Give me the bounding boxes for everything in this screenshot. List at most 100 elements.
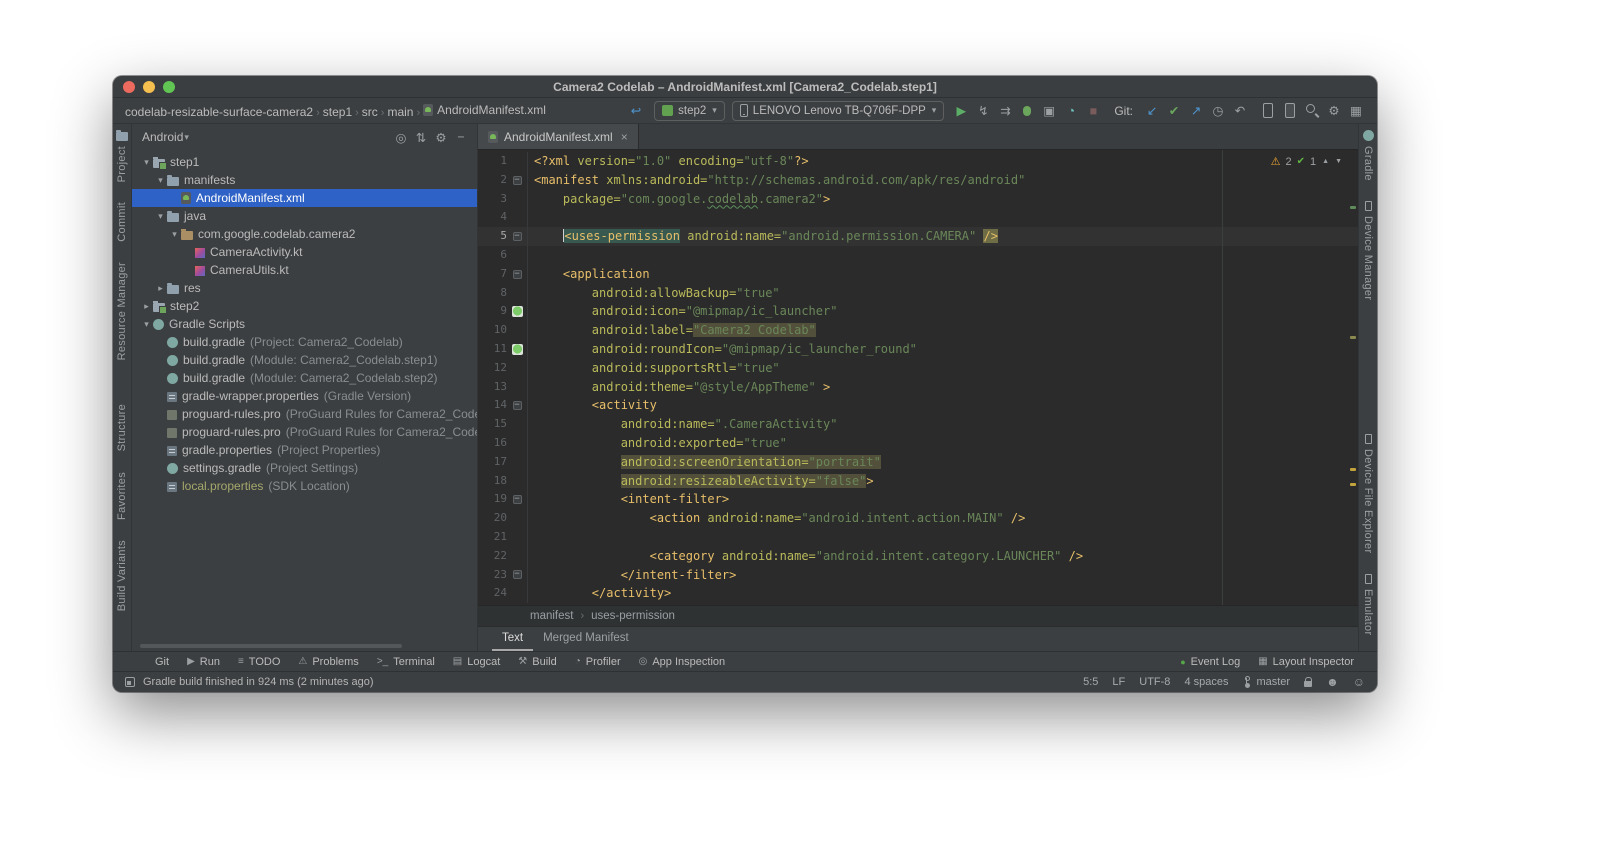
- navigate-back-icon[interactable]: ↩: [625, 101, 647, 121]
- tree-toggle-icon[interactable]: ▾: [154, 175, 167, 186]
- tool-window-tab-device-file-explorer[interactable]: Device File Explorer: [1362, 434, 1374, 554]
- rollback-icon[interactable]: ↶: [1229, 101, 1251, 121]
- search-icon[interactable]: [1301, 101, 1323, 121]
- tree-item[interactable]: ▾ manifests: [132, 171, 477, 189]
- tree-toggle-icon[interactable]: ▸: [140, 301, 153, 312]
- locate-icon[interactable]: ◎: [391, 127, 411, 147]
- indent-setting[interactable]: 4 spaces: [1184, 676, 1228, 688]
- close-window-button[interactable]: [123, 80, 135, 93]
- apply-code-changes-icon[interactable]: ⇉: [994, 101, 1016, 121]
- debug-icon[interactable]: [1016, 101, 1038, 121]
- profiler-button[interactable]: ◔ Profiler: [566, 656, 630, 668]
- tree-toggle-icon[interactable]: ▾: [168, 229, 181, 240]
- layout-inspector-button[interactable]: ▦ Layout Inspector: [1249, 656, 1363, 668]
- xml-breadcrumb-item[interactable]: manifest: [530, 610, 573, 622]
- code-line[interactable]: 16 android:exported="true": [478, 433, 1358, 453]
- tool-window-tab-device-manager[interactable]: Device Manager: [1362, 200, 1374, 300]
- breadcrumb-item[interactable]: step1: [321, 105, 354, 119]
- fold-icon[interactable]: −: [512, 175, 522, 185]
- code-line[interactable]: 19− <intent-filter>: [478, 490, 1358, 510]
- tree-item[interactable]: gradle-wrapper.properties (Gradle Version…: [132, 387, 477, 405]
- tree-toggle-icon[interactable]: ▸: [154, 283, 167, 294]
- lock-icon[interactable]: [1304, 677, 1313, 687]
- code-line[interactable]: 10 android:label="Camera2 Codelab": [478, 321, 1358, 340]
- breadcrumb-file[interactable]: AndroidManifest.xml: [421, 103, 548, 117]
- editor-tab-androidmanifest[interactable]: AndroidManifest.xml ×: [478, 124, 639, 149]
- code-line[interactable]: 11 android:roundIcon="@mipmap/ic_launche…: [478, 339, 1358, 359]
- breadcrumb-item[interactable]: src: [360, 105, 380, 119]
- image-preview-icon[interactable]: [511, 306, 523, 318]
- code-line[interactable]: 21: [478, 527, 1358, 547]
- code-line[interactable]: 3 package="com.google.codelab.camera2">: [478, 189, 1358, 209]
- code-line[interactable]: 15 android:name=".CameraActivity": [478, 415, 1358, 434]
- tree-item[interactable]: build.gradle (Module: Camera2_Codelab.ste…: [132, 369, 477, 387]
- view-settings-icon[interactable]: ⚙: [431, 127, 451, 147]
- warning-stripe-mark[interactable]: [1350, 336, 1356, 339]
- fold-icon[interactable]: −: [512, 570, 522, 580]
- tree-toggle-icon[interactable]: ▾: [154, 211, 167, 222]
- run-icon[interactable]: ▶: [950, 101, 972, 121]
- fold-icon[interactable]: −: [512, 232, 522, 242]
- device-manager-icon[interactable]: [1257, 101, 1279, 121]
- xml-breadcrumb-item[interactable]: uses-permission: [591, 610, 675, 622]
- code-line[interactable]: 6: [478, 245, 1358, 265]
- code-line[interactable]: 8 android:allowBackup="true": [478, 283, 1358, 303]
- tree-item[interactable]: settings.gradle (Project Settings): [132, 459, 477, 477]
- tree-item[interactable]: ▸ res: [132, 279, 477, 297]
- collapse-all-icon[interactable]: ⇅: [411, 127, 431, 147]
- tree-item[interactable]: build.gradle (Module: Camera2_Codelab.ste…: [132, 351, 477, 369]
- settings-icon[interactable]: ⚙: [1323, 101, 1345, 121]
- git-button[interactable]: Git: [141, 656, 178, 668]
- code-line[interactable]: 17 android:screenOrientation="portrait": [478, 452, 1358, 472]
- profile-icon[interactable]: ◔: [1060, 101, 1082, 121]
- inspections-widget[interactable]: ⚠ 2 ✔ 1 ▲ ▼: [1271, 155, 1342, 169]
- project-view-selector[interactable]: Android: [142, 130, 183, 144]
- code-line[interactable]: 12 android:supportsRtl="true": [478, 358, 1358, 378]
- tree-item[interactable]: proguard-rules.pro (ProGuard Rules for Ca…: [132, 423, 477, 441]
- tree-toggle-icon[interactable]: ▾: [140, 319, 153, 330]
- layout-windows-icon[interactable]: ▦: [1345, 101, 1367, 121]
- tree-item[interactable]: ▾ Gradle Scripts: [132, 315, 477, 333]
- tree-toggle-icon[interactable]: ▾: [140, 157, 153, 168]
- image-preview-icon[interactable]: [511, 343, 523, 355]
- minimize-window-button[interactable]: [143, 80, 155, 93]
- notifications-face-icon[interactable]: ☻: [1326, 675, 1339, 689]
- emulator-icon[interactable]: [1279, 101, 1301, 121]
- close-tab-icon[interactable]: ×: [621, 130, 628, 144]
- event-log-button[interactable]: ● Event Log: [1171, 656, 1249, 668]
- line-ending[interactable]: LF: [1112, 676, 1125, 688]
- device-selector[interactable]: LENOVO Lenovo TB-Q706F-DPP ▾: [731, 100, 945, 121]
- code-line[interactable]: 5− <uses-permission android:name="androi…: [478, 227, 1358, 246]
- code-editor[interactable]: 1 <?xml version="1.0" encoding="utf-8"?> 2…: [478, 150, 1358, 605]
- history-icon[interactable]: ◷: [1207, 101, 1229, 121]
- tree-item[interactable]: ▾ step1: [132, 153, 477, 171]
- tool-window-tab-project[interactable]: Project: [116, 130, 128, 182]
- typo-stripe-mark[interactable]: [1350, 206, 1356, 209]
- app-inspection-button[interactable]: ◎ App Inspection: [630, 656, 735, 668]
- fold-icon[interactable]: −: [512, 401, 522, 411]
- tool-window-tab-emulator[interactable]: Emulator: [1362, 573, 1374, 635]
- logcat-button[interactable]: ▤ Logcat: [444, 656, 509, 668]
- tool-window-tab-gradle[interactable]: Gradle: [1362, 130, 1374, 181]
- coverage-icon[interactable]: ▣: [1038, 101, 1060, 121]
- todo-button[interactable]: ≡ TODO: [229, 656, 289, 668]
- code-line[interactable]: 1 <?xml version="1.0" encoding="utf-8"?>: [478, 152, 1358, 171]
- caret-position[interactable]: 5:5: [1083, 676, 1098, 688]
- code-line[interactable]: 14− <activity: [478, 396, 1358, 416]
- tab-text[interactable]: Text: [492, 627, 534, 651]
- next-issue-icon[interactable]: ▼: [1335, 158, 1342, 165]
- breadcrumb-item[interactable]: main: [385, 105, 415, 119]
- code-line[interactable]: 13 android:theme="@style/AppTheme" >: [478, 377, 1358, 397]
- tree-item[interactable]: ▾ java: [132, 207, 477, 225]
- apply-changes-icon[interactable]: ↯: [972, 101, 994, 121]
- zoom-window-button[interactable]: [163, 80, 175, 93]
- tool-window-tab-structure[interactable]: Structure: [116, 404, 128, 451]
- warning-stripe-mark[interactable]: [1350, 468, 1356, 471]
- tree-item[interactable]: ▸ step2: [132, 297, 477, 315]
- fold-icon[interactable]: −: [512, 269, 522, 279]
- code-line[interactable]: 2− <manifest xmlns:android="http://schema…: [478, 170, 1358, 190]
- code-line[interactable]: 9 android:icon="@mipmap/ic_launcher": [478, 302, 1358, 322]
- tree-item[interactable]: proguard-rules.pro (ProGuard Rules for Ca…: [132, 405, 477, 423]
- code-line[interactable]: 18 android:resizeableActivity="false">: [478, 471, 1358, 491]
- code-line[interactable]: 20 <action android:name="android.intent.…: [478, 509, 1358, 528]
